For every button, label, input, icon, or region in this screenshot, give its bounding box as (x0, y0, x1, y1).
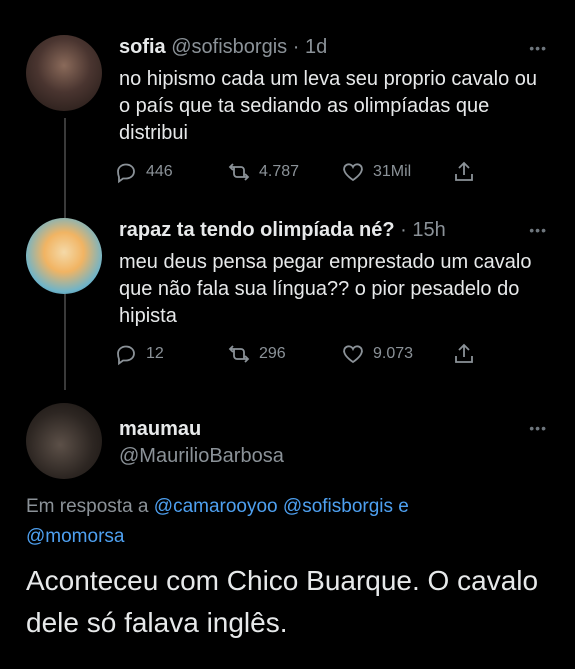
retweet-icon (228, 163, 250, 181)
display-name[interactable]: rapaz ta tendo olimpíada né? (119, 219, 395, 241)
more-icon[interactable]: ••• (529, 40, 547, 56)
retweet-count: 296 (259, 345, 286, 362)
user-handle[interactable]: @sofisborgis (171, 36, 287, 58)
like-icon (343, 163, 363, 182)
reply-icon (117, 345, 135, 366)
separator-dot: · (292, 36, 300, 58)
reply-prefix: Em resposta a (26, 496, 149, 517)
mention-link[interactable]: @camarooyoo (154, 496, 278, 517)
like-button[interactable]: 9.073 (341, 342, 413, 366)
avatar[interactable] (26, 403, 102, 479)
reply-count: 12 (146, 345, 164, 362)
mention-link[interactable]: @momorsa (26, 526, 124, 547)
reply-button[interactable]: 446 (114, 160, 173, 184)
share-icon (455, 343, 473, 363)
tweet-text: no hipismo cada um leva seu proprio cava… (119, 68, 538, 144)
reply-button[interactable]: 12 (114, 342, 164, 366)
tweet-text: Aconteceu com Chico Buarque. O cavalo de… (26, 565, 539, 638)
share-icon (455, 161, 473, 181)
retweet-icon (228, 345, 250, 363)
separator-dot: · (400, 219, 407, 241)
like-button[interactable]: 31Mil (341, 160, 411, 184)
reply-icon (117, 163, 135, 184)
more-icon[interactable]: ••• (529, 222, 547, 238)
more-icon[interactable]: ••• (529, 420, 547, 436)
timestamp[interactable]: 1d (305, 36, 327, 58)
like-icon (343, 345, 363, 364)
mention-link[interactable]: @sofisborgis (283, 496, 393, 517)
tweet-header: sofia @sofisborgis · 1d (119, 36, 327, 59)
tweet-header: rapaz ta tendo olimpíada né? · 15h (119, 219, 446, 242)
avatar[interactable] (26, 218, 102, 294)
like-count: 31Mil (373, 163, 412, 180)
share-button[interactable] (452, 160, 484, 184)
retweet-button[interactable]: 4.787 (227, 160, 299, 184)
share-button[interactable] (452, 342, 484, 366)
avatar[interactable] (26, 35, 102, 111)
retweet-count: 4.787 (259, 163, 300, 180)
retweet-button[interactable]: 296 (227, 342, 286, 366)
display-name[interactable]: sofia (119, 36, 166, 58)
display-name[interactable]: maumau (119, 418, 201, 441)
reply-context: Em resposta a @camarooyoo @sofisborgis e… (26, 492, 546, 552)
reply-count: 446 (146, 163, 173, 180)
mention-conjunction: e (398, 496, 409, 517)
like-count: 9.073 (373, 345, 414, 362)
user-handle[interactable]: @MaurilioBarbosa (119, 445, 284, 468)
timestamp[interactable]: 15h (412, 219, 445, 241)
tweet-text: meu deus pensa pegar emprestado um caval… (119, 251, 532, 327)
